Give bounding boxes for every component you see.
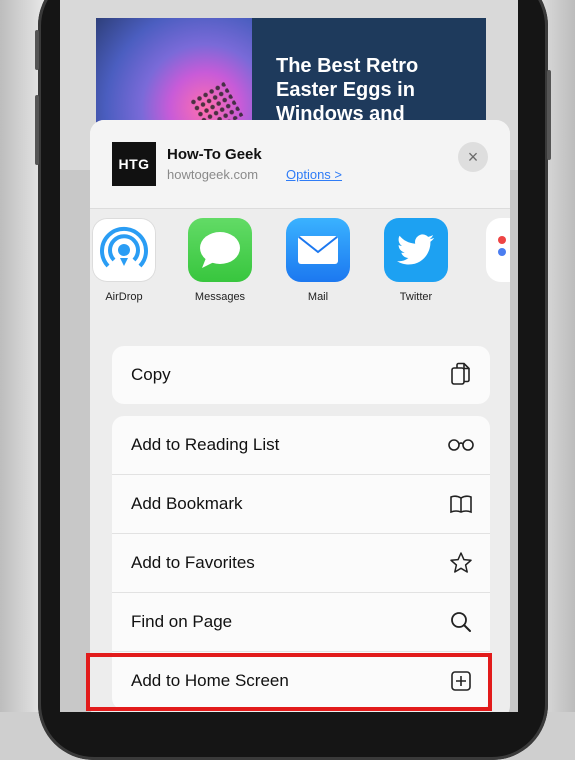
close-button[interactable]: × xyxy=(458,142,488,172)
share-apps-row: AirDrop Messages Mail Twitter xyxy=(90,218,510,328)
app-mail[interactable]: Mail xyxy=(280,218,356,303)
reading-list-label: Add to Reading List xyxy=(131,435,280,454)
app-more-partial[interactable] xyxy=(480,218,510,282)
copy-action[interactable]: Copy xyxy=(112,346,490,404)
copy-icon xyxy=(446,360,476,390)
find-label: Find on Page xyxy=(131,612,233,631)
mute-switch xyxy=(35,30,39,70)
search-icon xyxy=(446,607,476,637)
highlight-box xyxy=(86,653,492,711)
copy-group: Copy xyxy=(112,346,490,404)
site-logo: HTG xyxy=(112,142,156,186)
mail-icon xyxy=(286,218,350,282)
glasses-icon xyxy=(446,430,476,460)
book-icon xyxy=(446,489,476,519)
app-airdrop[interactable]: AirDrop xyxy=(90,218,162,303)
copy-label: Copy xyxy=(131,365,171,384)
app-label: AirDrop xyxy=(105,291,143,303)
app-partial-icon xyxy=(486,218,510,282)
messages-icon xyxy=(188,218,252,282)
add-reading-list-action[interactable]: Add to Reading List xyxy=(112,416,490,475)
site-domain: howtogeek.com xyxy=(167,167,259,182)
share-sheet: HTG How-To Geek howtogeek.com Options > … xyxy=(90,120,510,712)
find-on-page-action[interactable]: Find on Page xyxy=(112,593,490,652)
phone-screen: The Best Retro Easter Eggs in Windows an… xyxy=(60,0,518,712)
article-title: The Best Retro Easter Eggs in Windows an… xyxy=(276,55,419,125)
twitter-icon xyxy=(384,218,448,282)
options-link[interactable]: Options > xyxy=(286,167,342,182)
airdrop-icon xyxy=(92,218,156,282)
share-sheet-header: HTG How-To Geek howtogeek.com Options > … xyxy=(90,120,510,209)
app-twitter[interactable]: Twitter xyxy=(378,218,454,303)
volume-button xyxy=(35,95,39,165)
site-name: How-To Geek xyxy=(167,146,262,163)
close-icon: × xyxy=(467,146,479,167)
power-button xyxy=(547,70,551,160)
app-label: Twitter xyxy=(399,291,433,303)
bookmark-label: Add Bookmark xyxy=(131,494,243,513)
favorites-label: Add to Favorites xyxy=(131,553,255,572)
app-messages[interactable]: Messages xyxy=(182,218,258,303)
add-bookmark-action[interactable]: Add Bookmark xyxy=(112,475,490,534)
app-label: Mail xyxy=(307,291,329,303)
star-icon xyxy=(446,548,476,578)
app-label: Messages xyxy=(194,291,246,303)
add-favorites-action[interactable]: Add to Favorites xyxy=(112,534,490,593)
